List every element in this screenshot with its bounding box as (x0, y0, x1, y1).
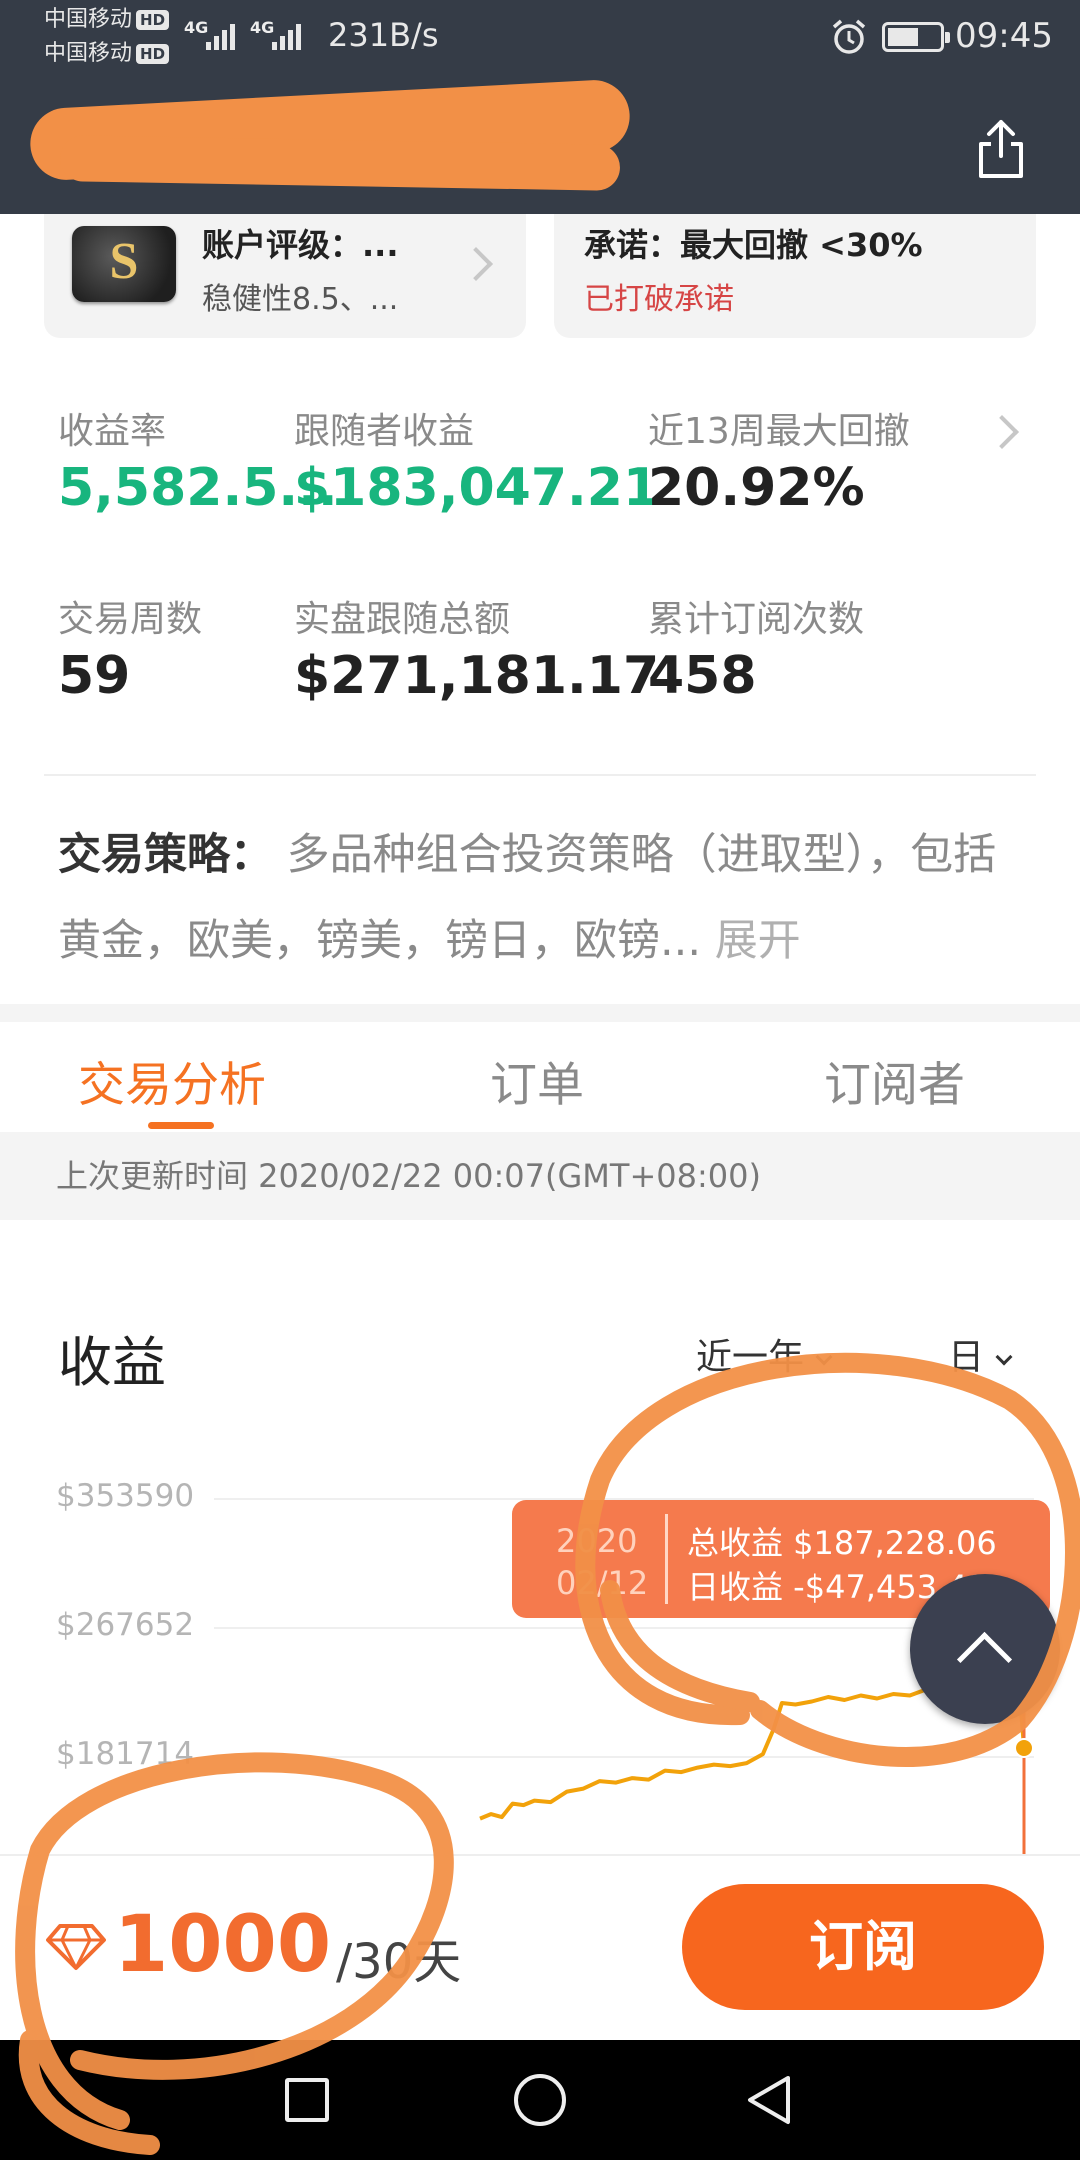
subscribe-button[interactable]: 订阅 (682, 1884, 1044, 2010)
chevron-down-icon (815, 1348, 833, 1366)
diamond-icon (46, 1924, 106, 1970)
stat-value-follow-total: $271,181.17 (294, 646, 660, 706)
divider (44, 774, 1036, 776)
chevron-right-icon[interactable] (985, 415, 1019, 449)
price: 1000 (114, 1900, 332, 1990)
share-icon[interactable] (975, 118, 1027, 180)
tab-orders[interactable]: 订单 (490, 1046, 584, 1115)
rating-subtitle: 稳健性8.5、... (202, 282, 399, 317)
stat-label: 实盘跟随总额 (294, 599, 511, 640)
promise-status: 已打破承诺 (584, 282, 734, 317)
stat-label: 累计订阅次数 (648, 599, 865, 640)
back-icon[interactable] (744, 2074, 794, 2126)
rating-badge: S (72, 226, 176, 302)
title-redaction (59, 135, 621, 191)
recent-apps-icon[interactable] (285, 2078, 329, 2122)
network-speed: 231B/s (328, 16, 439, 54)
tooltip-year: 2020 (556, 1522, 638, 1560)
range-select[interactable]: 近一年 (696, 1328, 833, 1380)
tab-trade-analysis[interactable]: 交易分析 (78, 1046, 266, 1115)
rating-title: 账户评级：... (202, 226, 399, 264)
price-period: /30天 (336, 1934, 462, 1990)
last-updated: 上次更新时间 2020/02/22 00:07(GMT+08:00) (0, 1132, 1080, 1220)
expand-link[interactable]: 展开 (715, 916, 801, 966)
stat-value-subscriptions: 458 (648, 646, 757, 706)
interval-select[interactable]: 日 (948, 1328, 1013, 1380)
carrier-label-1: 中国移动 HD (44, 6, 170, 34)
tooltip-date: 02/12 (556, 1564, 649, 1602)
network-type-1: 4G (184, 18, 209, 37)
chevron-down-icon (995, 1348, 1013, 1366)
signal-strength-icon (206, 16, 235, 50)
scroll-top-button[interactable] (910, 1574, 1060, 1724)
network-type-2: 4G (250, 18, 275, 37)
alarm-clock-icon (832, 19, 866, 54)
tooltip-total-profit: 总收益 $187,228.06 (687, 1524, 997, 1562)
tab-active-indicator (148, 1122, 214, 1129)
promise-title: 承诺：最大回撤 <30% (584, 226, 923, 264)
stat-label: 跟随者收益 (294, 411, 475, 452)
stat-label: 收益率 (58, 411, 167, 452)
tooltip-divider (665, 1514, 668, 1604)
clock: 09:45 (955, 16, 1053, 56)
top-bar: 中国移动 HD 中国移动 HD 4G 4G 231B/s 09:45 (0, 0, 1080, 214)
signal-strength-icon (272, 16, 301, 50)
stat-value-max-drawdown: 20.92% (648, 458, 865, 518)
stat-label: 交易周数 (58, 599, 203, 640)
chart-title: 收益 (58, 1331, 166, 1394)
stat-label: 近13周最大回撤 (648, 411, 910, 452)
carrier-label-2: 中国移动 HD (44, 40, 170, 68)
section-gap (0, 1004, 1080, 1022)
stat-value-follower-profit: $183,047.21 (294, 458, 660, 518)
chart-cursor-point (1014, 1738, 1034, 1758)
home-icon[interactable] (514, 2074, 566, 2126)
strategy-label: 交易策略： (58, 830, 273, 880)
stat-value-trading-weeks: 59 (58, 646, 131, 706)
battery-icon (882, 22, 950, 52)
strategy-text: 交易策略： 多品种组合投资策略（进取型），包括黄金，欧美，镑美，镑日，欧镑...… (58, 830, 997, 966)
tab-subscribers[interactable]: 订阅者 (824, 1046, 965, 1115)
